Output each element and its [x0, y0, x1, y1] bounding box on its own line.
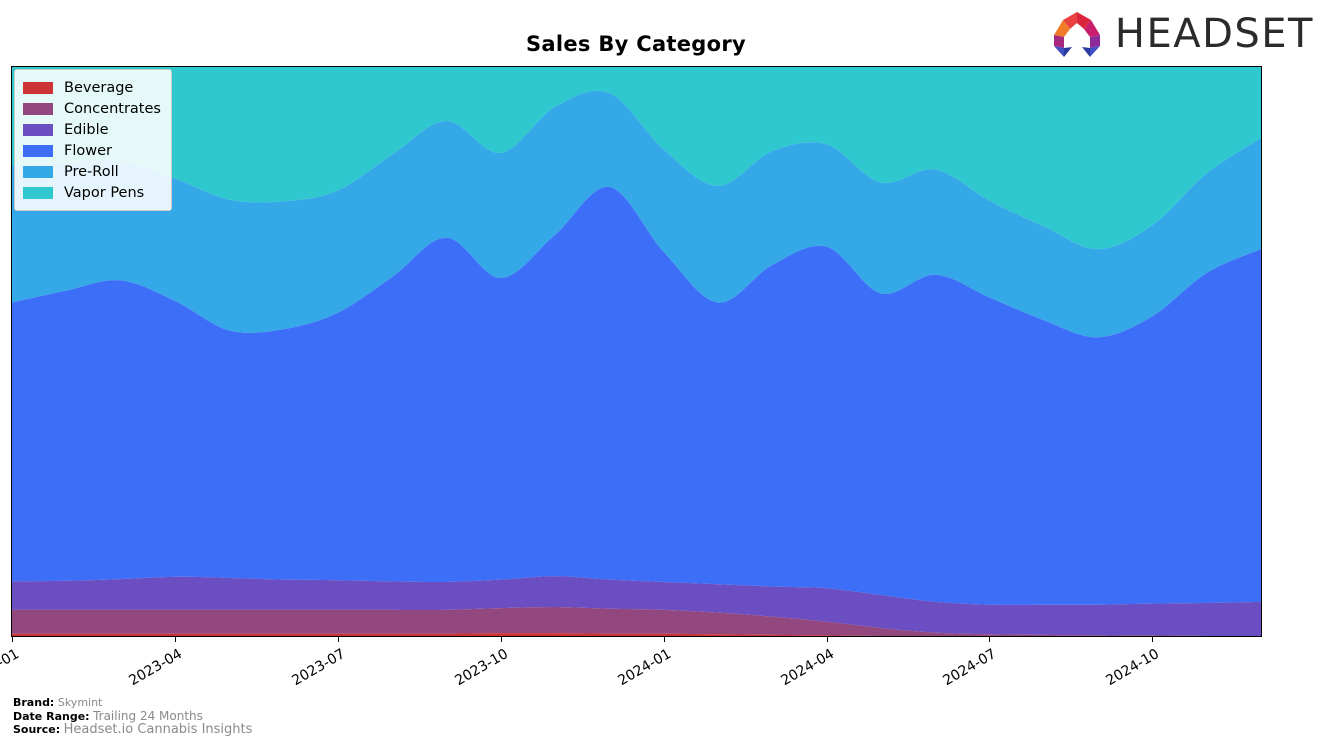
- x-axis-tick-mark: [337, 637, 339, 642]
- x-axis-tick-label: 2024-01: [614, 646, 674, 690]
- x-axis-tick-label: 2023-01: [0, 646, 22, 690]
- legend-item-flower: Flower: [23, 140, 161, 161]
- legend-item-pre-roll: Pre-Roll: [23, 161, 161, 182]
- legend-swatch-icon: [23, 144, 53, 157]
- legend-item-label: Beverage: [64, 79, 134, 96]
- legend-swatch-icon: [23, 102, 53, 115]
- headset-brand-logo: HEADSET: [1049, 8, 1314, 60]
- x-axis-tick-mark: [826, 637, 828, 642]
- x-axis-tick-mark: [663, 637, 665, 642]
- x-axis-tick-mark: [12, 637, 13, 642]
- x-axis-tick-label: 2024-07: [940, 646, 1000, 690]
- legend-swatch-icon: [23, 186, 53, 199]
- footer-daterange-value: Trailing 24 Months: [93, 708, 203, 723]
- legend-item-beverage: Beverage: [23, 77, 161, 98]
- x-axis-tick-mark: [174, 637, 176, 642]
- legend-swatch-icon: [23, 81, 53, 94]
- x-axis-tick-label: 2023-04: [126, 646, 185, 690]
- x-axis-tick-mark: [1152, 637, 1154, 642]
- footer-daterange-row: Date Range: Trailing 24 Months: [13, 708, 252, 724]
- legend-item-label: Flower: [64, 142, 112, 159]
- x-axis-tick-label: 2024-04: [777, 646, 837, 690]
- legend-item-vapor-pens: Vapor Pens: [23, 182, 161, 203]
- legend-item-label: Pre-Roll: [64, 163, 119, 180]
- x-axis-tick-mark: [989, 637, 991, 642]
- chart-plot-area: [11, 66, 1262, 637]
- x-axis-tick-mark: [500, 637, 502, 642]
- footer-source-row: Source: Headset.io Cannabis Insights: [13, 723, 252, 737]
- footer-brand-key: Brand:: [13, 696, 55, 709]
- legend-item-label: Vapor Pens: [64, 184, 145, 201]
- chart-footer: Brand: Skymint Date Range: Trailing 24 M…: [13, 696, 252, 737]
- footer-daterange-key: Date Range:: [13, 709, 90, 723]
- legend-item-label: Edible: [64, 121, 109, 138]
- legend-swatch-icon: [23, 165, 53, 178]
- legend-item-concentrates: Concentrates: [23, 98, 161, 119]
- logo-wordmark: HEADSET: [1114, 11, 1314, 57]
- legend-item-label: Concentrates: [64, 100, 161, 117]
- x-axis-tick-label: 2023-07: [289, 646, 348, 690]
- footer-source-value: Headset.io Cannabis Insights: [63, 722, 253, 737]
- stacked-area-chart: [12, 67, 1261, 636]
- footer-source-key: Source:: [13, 723, 61, 736]
- x-axis: 2023-01 2023-04 2023-07 2023-10 2024-01 2024-…: [0, 637, 1262, 697]
- footer-brand-value: Skymint: [57, 696, 103, 709]
- legend-swatch-icon: [23, 123, 53, 136]
- chart-legend: Beverage Concentrates Edible Flower Pre-Roll…: [14, 69, 172, 211]
- x-axis-tick-label: 2024-10: [1103, 646, 1163, 690]
- legend-item-edible: Edible: [23, 119, 161, 140]
- footer-brand-row: Brand: Skymint: [13, 696, 252, 710]
- headset-hexagon-logo: [1053, 12, 1100, 57]
- x-axis-tick-label: 2023-10: [452, 646, 511, 690]
